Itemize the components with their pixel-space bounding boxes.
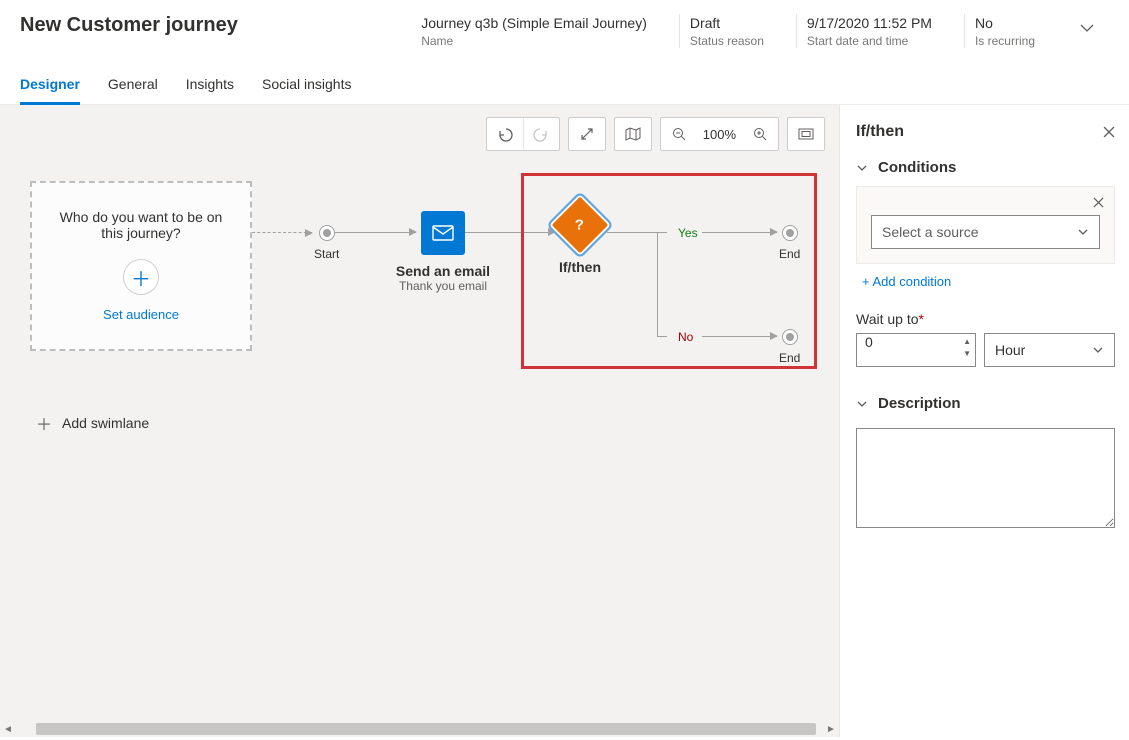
- condition-card: Select a source: [856, 186, 1115, 264]
- email-node[interactable]: Send an email Thank you email: [418, 211, 468, 293]
- end-yes-label: End: [779, 247, 800, 261]
- meta-recurring-label: Is recurring: [975, 34, 1035, 48]
- add-swimlane-label: Add swimlane: [62, 415, 149, 431]
- meta-start[interactable]: 9/17/2020 11:52 PM Start date and time: [796, 14, 938, 48]
- meta-status-label: Status reason: [690, 34, 764, 48]
- meta-status[interactable]: Draft Status reason: [679, 14, 770, 48]
- start-node[interactable]: Start: [314, 225, 339, 261]
- canvas-area: 100% Who do you want to be on this journ…: [0, 105, 839, 737]
- meta-status-value: Draft: [690, 14, 764, 32]
- minimap-button[interactable]: [615, 118, 651, 150]
- end-node-no[interactable]: End: [779, 329, 800, 365]
- wait-unit-value: Hour: [995, 342, 1025, 358]
- expand-header-chevron-icon[interactable]: [1071, 14, 1109, 36]
- fit-button[interactable]: [788, 118, 824, 150]
- source-select-placeholder: Select a source: [882, 224, 979, 240]
- email-title: Send an email: [388, 263, 498, 279]
- page-title: New Customer journey: [20, 14, 381, 37]
- page-header: New Customer journey Journey q3b (Simple…: [0, 0, 1129, 66]
- zoom-out-button[interactable]: [661, 118, 697, 150]
- zoom-in-button[interactable]: [742, 118, 778, 150]
- audience-question: Who do you want to be on this journey?: [56, 209, 226, 241]
- wait-value-input[interactable]: 0 ▲▼: [856, 333, 976, 367]
- connector-email-ifthen: [465, 232, 555, 233]
- tab-social-insights[interactable]: Social insights: [262, 76, 352, 104]
- conditions-section-header[interactable]: Conditions: [856, 159, 1115, 176]
- meta-recurring-value: No: [975, 14, 1035, 32]
- chevron-down-icon: [856, 162, 868, 174]
- chevron-down-icon: [856, 398, 868, 410]
- ifthen-node[interactable]: ? If/then: [556, 201, 604, 275]
- panel-close-button[interactable]: [1103, 126, 1115, 138]
- add-swimlane-button[interactable]: ＋ Add swimlane: [36, 411, 149, 435]
- scroll-left-icon[interactable]: ◄: [0, 724, 16, 735]
- meta-name-label: Name: [421, 34, 647, 48]
- connector-audience-start: [252, 232, 312, 233]
- add-audience-button[interactable]: ＋: [123, 259, 159, 295]
- panel-title: If/then: [856, 123, 904, 141]
- tab-designer[interactable]: Designer: [20, 76, 80, 105]
- scroll-thumb[interactable]: [36, 723, 816, 735]
- add-condition-link[interactable]: + Add condition: [862, 274, 951, 289]
- wait-value: 0: [865, 334, 873, 350]
- remove-condition-button[interactable]: [1093, 197, 1104, 208]
- end-node-yes[interactable]: End: [779, 225, 800, 261]
- connector-no-end: [702, 336, 777, 337]
- wait-label: Wait up to*: [856, 311, 1115, 327]
- connector-start-email: [332, 232, 416, 233]
- tab-insights[interactable]: Insights: [186, 76, 234, 104]
- meta-name[interactable]: Journey q3b (Simple Email Journey) Name: [411, 14, 653, 48]
- wait-unit-select[interactable]: Hour: [984, 333, 1115, 367]
- undo-button[interactable]: [487, 118, 523, 150]
- description-label: Description: [878, 395, 961, 412]
- ifthen-icon: ?: [546, 191, 614, 259]
- chevron-down-icon: [1092, 344, 1104, 356]
- meta-start-value: 9/17/2020 11:52 PM: [807, 14, 932, 32]
- spinner-icon[interactable]: ▲▼: [963, 336, 971, 360]
- end-dot-icon: [782, 329, 798, 345]
- description-textarea[interactable]: [856, 428, 1115, 528]
- properties-panel: If/then Conditions Select a source + Add…: [839, 105, 1129, 737]
- connector-ifthen-yes-a: [607, 232, 667, 233]
- chevron-down-icon: [1077, 226, 1089, 238]
- meta-name-value: Journey q3b (Simple Email Journey): [421, 14, 647, 32]
- email-icon: [421, 211, 465, 255]
- redo-button[interactable]: [523, 118, 559, 150]
- branch-yes-label: Yes: [678, 226, 698, 240]
- header-meta: Journey q3b (Simple Email Journey) Name …: [411, 14, 1041, 48]
- meta-recurring[interactable]: No Is recurring: [964, 14, 1041, 48]
- tab-general[interactable]: General: [108, 76, 158, 104]
- scroll-right-icon[interactable]: ►: [823, 724, 839, 735]
- description-section-header[interactable]: Description: [856, 395, 1115, 412]
- connector-yes-end: [702, 232, 777, 233]
- connector-branch-vert: [657, 232, 658, 336]
- connector-no-a: [657, 336, 667, 337]
- fullscreen-button[interactable]: [569, 118, 605, 150]
- conditions-label: Conditions: [878, 159, 956, 176]
- plus-icon: ＋: [36, 411, 52, 435]
- start-label: Start: [314, 247, 339, 261]
- source-select[interactable]: Select a source: [871, 215, 1100, 249]
- meta-start-label: Start date and time: [807, 34, 932, 48]
- horizontal-scrollbar[interactable]: ◄ ►: [0, 721, 839, 737]
- zoom-level: 100%: [697, 118, 742, 150]
- email-subtitle: Thank you email: [378, 279, 508, 293]
- ifthen-title: If/then: [556, 259, 604, 275]
- canvas-toolbar: 100%: [486, 117, 825, 151]
- branch-no-label: No: [678, 330, 693, 344]
- tab-bar: Designer General Insights Social insight…: [0, 66, 1129, 105]
- set-audience-link[interactable]: Set audience: [103, 307, 179, 322]
- end-no-label: End: [779, 351, 800, 365]
- journey-canvas[interactable]: Who do you want to be on this journey? ＋…: [0, 105, 839, 737]
- start-dot-icon: [319, 225, 335, 241]
- end-dot-icon: [782, 225, 798, 241]
- audience-tile[interactable]: Who do you want to be on this journey? ＋…: [30, 181, 252, 351]
- workspace: 100% Who do you want to be on this journ…: [0, 105, 1129, 737]
